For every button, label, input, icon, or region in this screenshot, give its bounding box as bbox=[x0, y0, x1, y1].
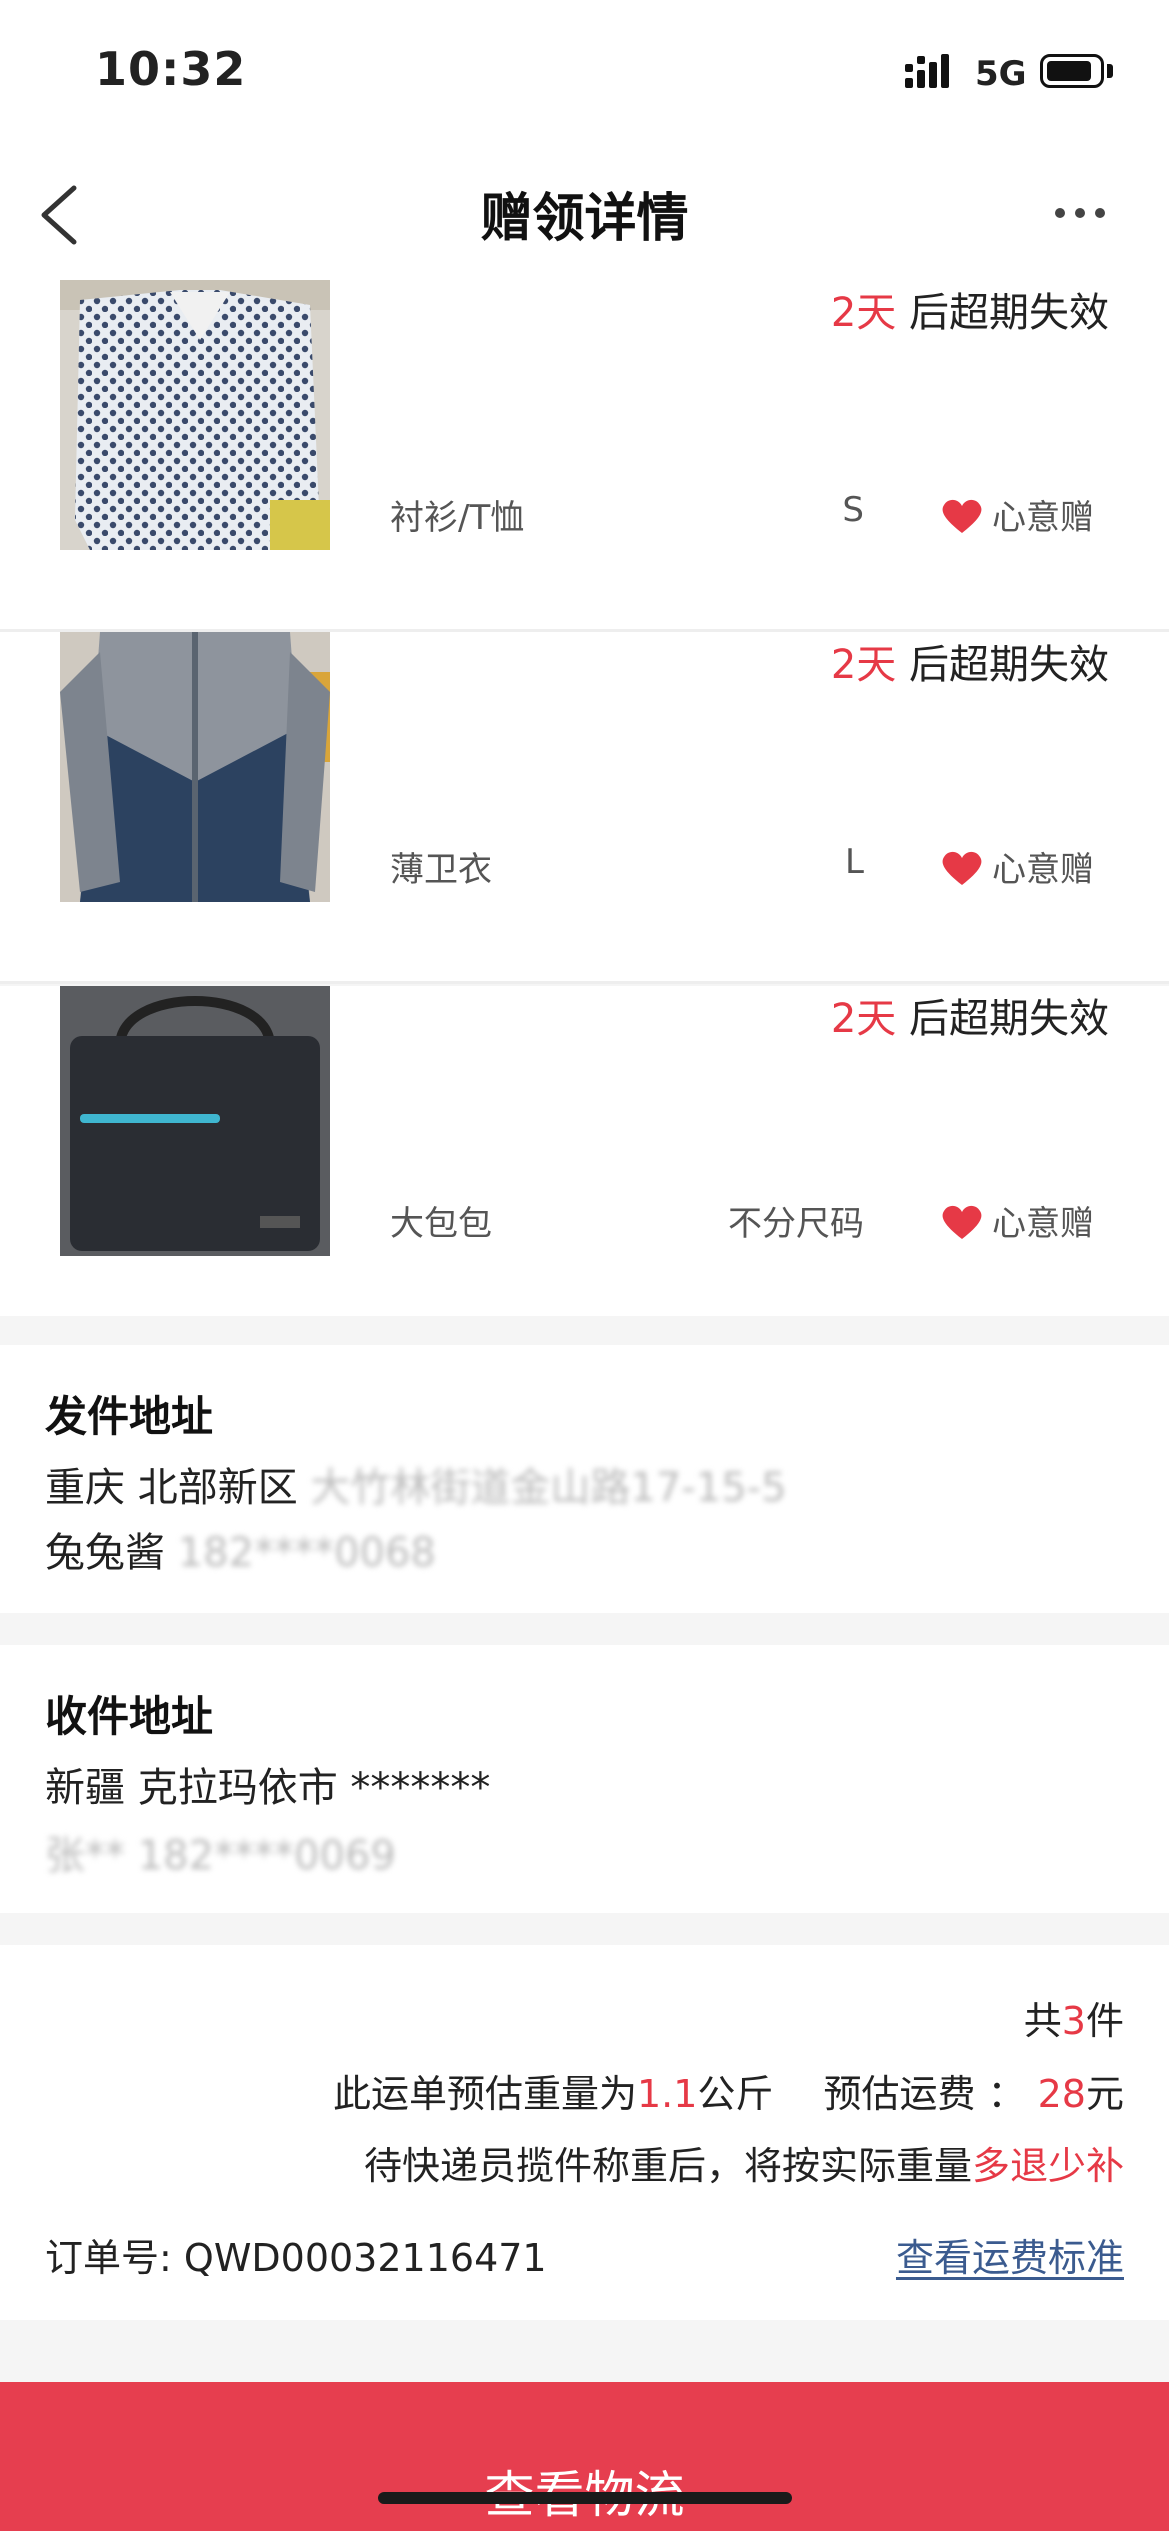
status-bar: 10:32 5G bbox=[0, 0, 1169, 150]
expire-text: 2天 后超期失效 bbox=[831, 280, 1109, 338]
fee-value: 28 bbox=[1037, 2072, 1086, 2116]
expire-suffix: 后超期失效 bbox=[896, 290, 1109, 336]
expire-days: 2天 bbox=[830, 642, 897, 688]
home-indicator bbox=[378, 2492, 792, 2504]
item-size: S bbox=[842, 490, 864, 530]
item-size: L bbox=[845, 842, 864, 882]
weight-value: 1.1 bbox=[636, 2072, 698, 2116]
sender-address-blurred: 大竹林街道金山路17-15-5 bbox=[310, 1465, 787, 1511]
more-icon[interactable] bbox=[1050, 198, 1110, 228]
item-photo[interactable] bbox=[60, 986, 330, 1256]
order-number: 订单号: QWD00032116471 bbox=[45, 2227, 547, 2282]
order-label: 订单号: bbox=[45, 2236, 172, 2280]
sender-address: 重庆 北部新区 大竹林街道金山路17-15-5 bbox=[45, 1455, 787, 1513]
item-count: 共3件 bbox=[1024, 1990, 1124, 2045]
item-photo[interactable] bbox=[60, 280, 330, 550]
item-photo[interactable] bbox=[60, 632, 330, 902]
weight-note: 待快递员揽件称重后，将按实际重量多退少补 bbox=[364, 2135, 1124, 2190]
list-item[interactable]: 2天 后超期失效 大包包 不分尺码 心意赠 bbox=[0, 986, 1169, 1316]
receiver-title: 收件地址 bbox=[45, 1692, 214, 1741]
fee-standard-link[interactable]: 查看运费标准 bbox=[896, 2227, 1124, 2282]
status-time: 10:32 bbox=[95, 42, 247, 96]
list-item[interactable]: 2天 后超期失效 薄卫衣 L 心意赠 bbox=[0, 632, 1169, 984]
receiver-contact-blurred: 张** 182****0069 bbox=[45, 1833, 396, 1879]
expire-days: 2天 bbox=[830, 996, 897, 1042]
expire-suffix: 后超期失效 bbox=[896, 996, 1109, 1042]
gift-badge: 心意赠 bbox=[940, 842, 1094, 891]
order-number-value: QWD00032116471 bbox=[183, 2236, 547, 2280]
sender-phone-blurred: 182****0068 bbox=[177, 1530, 436, 1576]
expire-text: 2天 后超期失效 bbox=[831, 986, 1109, 1044]
order-summary: 共3件 此运单预估重量为1.1公斤 预估运费 ： 28元 待快递员揽件称重后，将按… bbox=[0, 1945, 1169, 2320]
item-category: 大包包 bbox=[390, 1204, 492, 1244]
sender-contact: 兔兔酱 182****0068 bbox=[45, 1520, 436, 1578]
expire-text: 2天 后超期失效 bbox=[831, 632, 1109, 690]
battery-icon bbox=[1040, 54, 1104, 88]
heart-icon bbox=[942, 499, 982, 533]
count-value: 3 bbox=[1061, 1999, 1086, 2043]
view-logistics-button[interactable]: 查看物流 bbox=[0, 2382, 1169, 2531]
note-highlight: 多退少补 bbox=[971, 2144, 1124, 2188]
weight-fee-line: 此运单预估重量为1.1公斤 预估运费 ： 28元 bbox=[333, 2063, 1124, 2118]
heart-icon bbox=[942, 1205, 982, 1239]
count-suffix: 件 bbox=[1085, 1999, 1124, 2043]
note-prefix: 待快递员揽件称重后，将按实际重量 bbox=[363, 2144, 972, 2188]
page-title: 赠领详情 bbox=[480, 189, 689, 249]
expire-suffix: 后超期失效 bbox=[896, 642, 1109, 688]
gift-badge: 心意赠 bbox=[940, 1196, 1094, 1245]
fee-unit: 元 bbox=[1085, 2072, 1124, 2116]
signal-icon bbox=[905, 54, 949, 88]
gift-label: 心意赠 bbox=[992, 850, 1094, 890]
item-category: 薄卫衣 bbox=[390, 850, 492, 890]
list-item[interactable]: 2天 后超期失效 衬衫/T恤 S 心意赠 bbox=[0, 280, 1169, 632]
weight-unit: 公斤 bbox=[697, 2072, 774, 2116]
sender-title: 发件地址 bbox=[45, 1392, 214, 1441]
receiver-address-section: 收件地址 新疆 克拉玛依市 ******* 张** 182****0069 bbox=[0, 1645, 1169, 1913]
battery-tip bbox=[1107, 64, 1113, 78]
network-label: 5G bbox=[975, 54, 1027, 94]
weight-prefix: 此运单预估重量为 bbox=[332, 2072, 637, 2116]
receiver-address: 新疆 克拉玛依市 ******* bbox=[45, 1765, 491, 1811]
item-category: 衬衫/T恤 bbox=[390, 498, 525, 538]
item-size: 不分尺码 bbox=[728, 1204, 864, 1244]
expire-days: 2天 bbox=[830, 290, 897, 336]
sender-address-section: 发件地址 重庆 北部新区 大竹林街道金山路17-15-5 兔兔酱 182****… bbox=[0, 1345, 1169, 1613]
nav-bar: 赠领详情 bbox=[0, 150, 1169, 280]
heart-icon bbox=[942, 851, 982, 885]
divider bbox=[0, 981, 1169, 984]
gift-label: 心意赠 bbox=[992, 1204, 1094, 1244]
sender-name: 兔兔酱 bbox=[45, 1530, 165, 1576]
gift-label: 心意赠 bbox=[992, 498, 1094, 538]
gift-badge: 心意赠 bbox=[940, 490, 1094, 539]
fee-prefix: 预估运费 ： bbox=[823, 2072, 1026, 2116]
sender-address-visible: 重庆 北部新区 bbox=[45, 1465, 298, 1511]
count-prefix: 共 bbox=[1023, 1999, 1062, 2043]
